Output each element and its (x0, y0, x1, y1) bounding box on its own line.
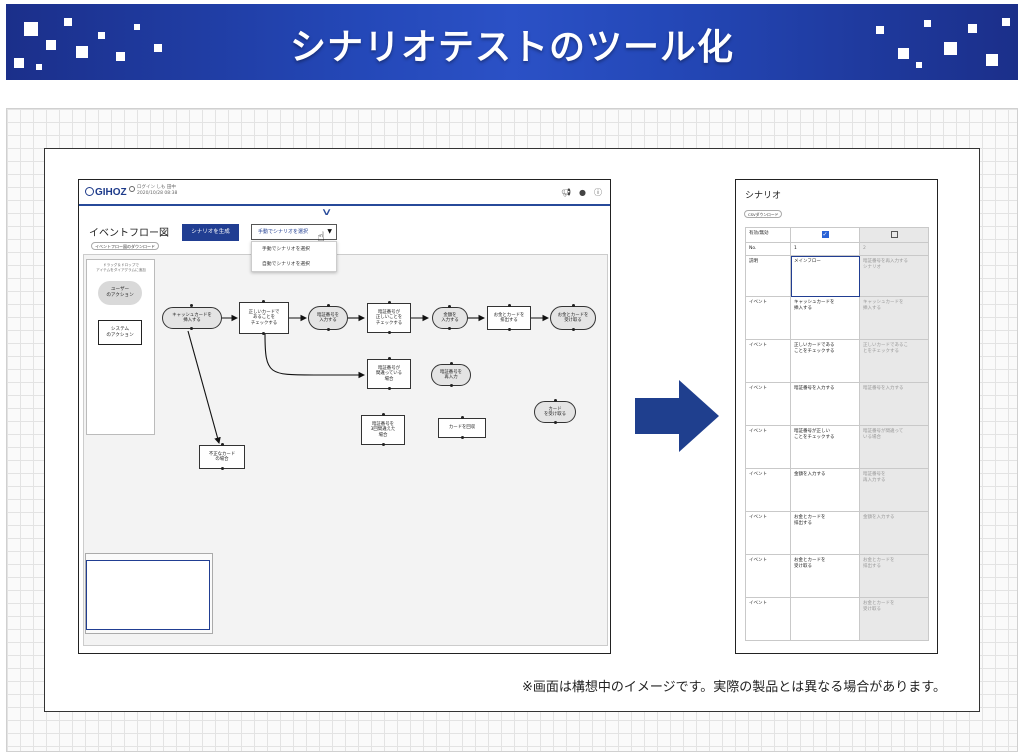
toolbar: イベントフロー図 イベントフロー図のダウンロード シナリオを生成 手動でシナリオ… (79, 210, 610, 254)
disclaimer-text: ※画面は構想中のイメージです。実際の製品とは異なる場合があります。 (521, 680, 946, 695)
palette-user-action[interactable]: ユーザー のアクション (98, 281, 142, 305)
csv-download-button[interactable]: CSVダウンロード (744, 210, 783, 218)
generate-scenario-button[interactable]: シナリオを生成 (182, 224, 239, 241)
scenario-cell[interactable]: 金額を入力する (859, 511, 929, 555)
dropdown-option-manual[interactable]: 手動でシナリオを選択 (252, 242, 336, 257)
palette-system-action[interactable]: システム のアクション (98, 320, 142, 345)
dropdown-option-auto[interactable]: 自動でシナリオを選択 (252, 257, 336, 272)
scenario-cell[interactable]: お金とカードを 受け取る (859, 597, 929, 641)
scenario-cell[interactable]: 金額を入力する (790, 468, 860, 512)
diagram-canvas[interactable]: ドラッグ＆ドロップで アイテムをダイアグラムに追加 ユーザー のアクション シス… (83, 254, 608, 646)
scenario-cell[interactable]: キャッシュカードを 挿入する (790, 296, 860, 340)
app-header: GIHOZ ログイン しも 田中 2020/10/28 08:38 📢︎ ● ⓘ (79, 180, 610, 206)
scenario-title: シナリオ (745, 191, 782, 201)
title-banner: シナリオテストのツール化 (6, 4, 1018, 80)
minimap[interactable] (85, 553, 213, 634)
login-info: ログイン しも 田中 2020/10/28 08:38 (129, 185, 177, 197)
right-arrow-icon (635, 380, 719, 452)
flow-node[interactable]: 金額を 入力する (432, 307, 468, 329)
flow-node[interactable]: キャッシュカードを 挿入する (162, 307, 222, 329)
flow-node[interactable]: カード を受け取る (534, 401, 576, 423)
label-valid: 有効/無効 (745, 227, 791, 243)
scenario-table: 有効/無効 ✓ No. 1 2 説明 メインフロー 暗証番号を再入力する シナリ… (745, 227, 929, 641)
scenario-cell[interactable]: お金とカードを 排出する (790, 511, 860, 555)
item-palette: ドラッグ＆ドロップで アイテムをダイアグラムに追加 ユーザー のアクション シス… (86, 259, 155, 435)
flow-node[interactable]: カードを回収 (438, 418, 486, 438)
clock-icon (129, 186, 135, 192)
flow-node[interactable]: 正しいカードで あることを チェックする (239, 302, 289, 334)
scenario-panel: シナリオ CSVダウンロード 有効/無効 ✓ No. 1 2 説明 メインフロー… (735, 179, 938, 654)
scenario-cell[interactable]: 正しいカードであるこ とをチェックする (859, 339, 929, 383)
minimap-viewport[interactable] (86, 560, 210, 630)
banner-title: シナリオテストのツール化 (289, 27, 734, 68)
gihoz-logo[interactable]: GIHOZ (85, 187, 127, 198)
scenario-cell[interactable]: 暗証番号を入力する (859, 382, 929, 426)
download-flow-button[interactable]: イベントフロー図のダウンロード (91, 242, 159, 250)
flow-node[interactable]: 暗証番号を 入力する (308, 306, 348, 330)
flow-node[interactable]: 不正なカード の場合 (199, 445, 245, 469)
page-title: イベントフロー図 (89, 228, 169, 239)
flow-node[interactable]: お金とカードを 排出する (487, 306, 531, 330)
account-icon[interactable]: ● (579, 188, 586, 197)
scenario-cell[interactable]: 暗証番号が正しい ことをチェックする (790, 425, 860, 469)
flow-node[interactable]: 暗証番号が 間違っている 場合 (367, 359, 411, 389)
help-icon[interactable]: ⓘ (594, 188, 602, 197)
caret-down-icon: ▼ (327, 228, 332, 235)
palette-hint: ドラッグ＆ドロップで アイテムをダイアグラムに追加 (96, 263, 146, 272)
event-flow-window: GIHOZ ログイン しも 田中 2020/10/28 08:38 📢︎ ● ⓘ ∨… (78, 179, 611, 654)
scenario-cell[interactable]: お金とカードを 受け取る (790, 554, 860, 598)
flow-node[interactable]: 暗証番号を 再入力 (431, 364, 471, 386)
scenario-cell[interactable]: 暗証番号を入力する (790, 382, 860, 426)
scenario-2-desc[interactable]: 暗証番号を再入力する シナリオ (859, 255, 929, 297)
flow-node[interactable]: 暗証番号を 3回間違えた 場合 (361, 415, 405, 445)
flow-node[interactable]: 暗証番号が 正しいことを チェックする (367, 303, 411, 333)
megaphone-icon[interactable]: 📢︎ (561, 188, 571, 197)
scenario-cell[interactable]: 正しいカードである ことをチェックする (790, 339, 860, 383)
scenario-dropdown: 手動でシナリオを選択 自動でシナリオを選択 (251, 241, 337, 272)
scenario-cell[interactable]: 暗証番号が間違って いる場合 (859, 425, 929, 469)
scenario-cell[interactable] (790, 597, 860, 641)
header-icons: 📢︎ ● ⓘ (553, 187, 602, 198)
scenario-cell[interactable]: キャッシュカードを 挿入する (859, 296, 929, 340)
flow-node[interactable]: お金とカードを 受け取る (550, 306, 596, 330)
scenario-cell[interactable]: 暗証番号を 再入力する (859, 468, 929, 512)
scenario-cell[interactable]: お金とカードを 排出する (859, 554, 929, 598)
scenario-1-checkbox[interactable]: ✓ (821, 231, 829, 238)
scenario-1-desc[interactable]: メインフロー (790, 255, 860, 297)
scenario-2-checkbox[interactable] (890, 231, 898, 238)
